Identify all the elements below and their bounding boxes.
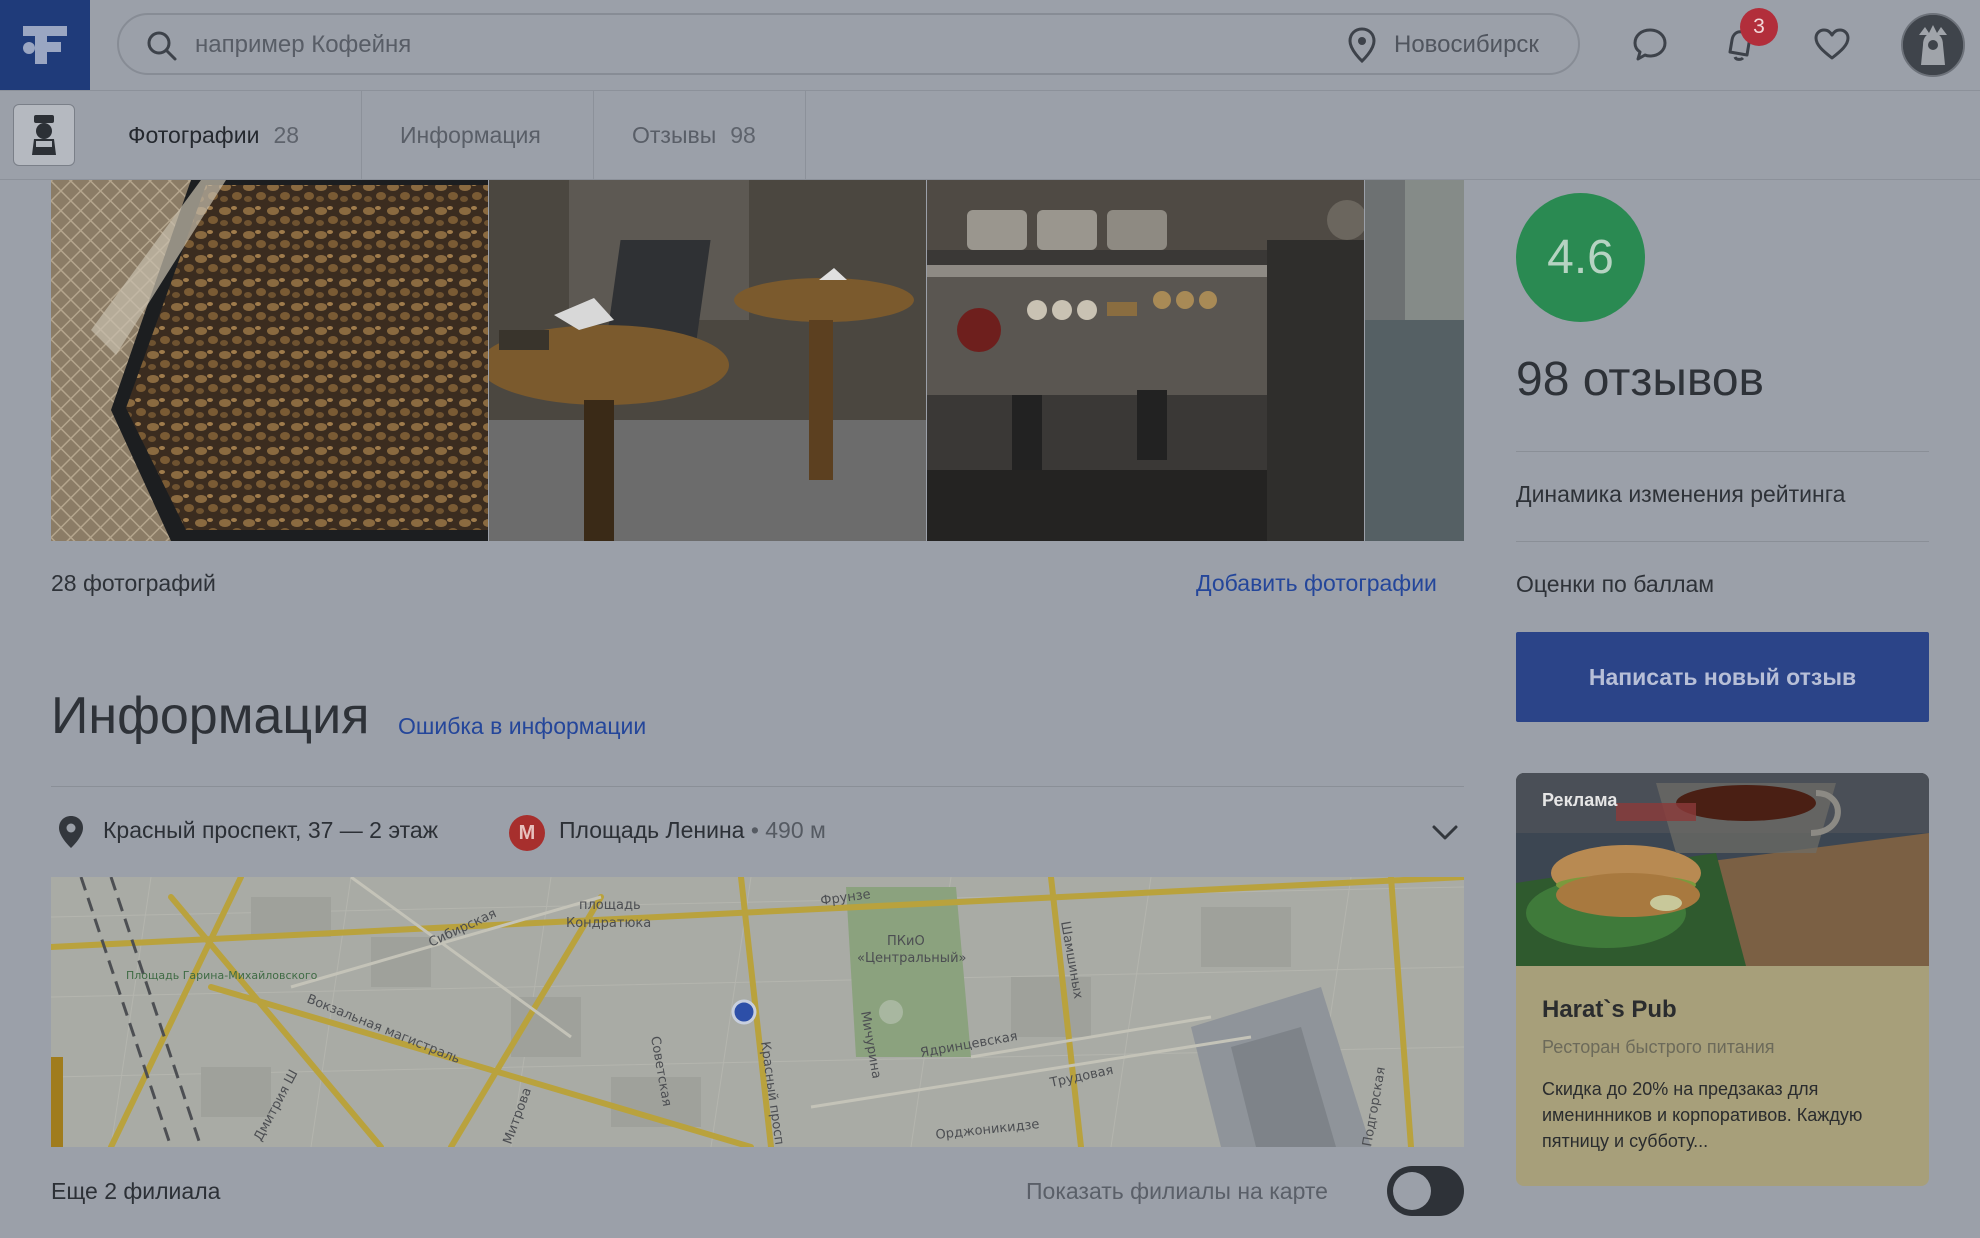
rating-score-badge: 4.6 bbox=[1516, 193, 1645, 322]
map-label-park-2: «Центральный» bbox=[857, 951, 966, 966]
tab-photos-count: 28 bbox=[273, 121, 300, 148]
photo-brownie[interactable] bbox=[51, 180, 488, 541]
toggle-knob bbox=[1393, 1172, 1431, 1210]
top-header: например Кофейня Новосибирск 3 bbox=[0, 0, 1980, 90]
photo-cafe-interior[interactable] bbox=[489, 180, 926, 541]
map-label-park-1: ПКиО bbox=[887, 934, 925, 949]
show-branches-label: Показать филиалы на карте bbox=[1026, 1178, 1328, 1204]
notifications-badge: 3 bbox=[1740, 8, 1778, 46]
section-divider bbox=[51, 786, 1464, 787]
user-avatar[interactable] bbox=[1901, 13, 1965, 77]
map-label-garina: Площадь Гарина-Михайловского bbox=[126, 969, 318, 982]
city-selector[interactable]: Новосибирск bbox=[1394, 31, 1539, 59]
chat-icon[interactable] bbox=[1632, 26, 1668, 62]
search-bar[interactable]: например Кофейня Новосибирск bbox=[117, 13, 1580, 75]
add-photos-link[interactable]: Добавить фотографии bbox=[1196, 570, 1437, 597]
show-branches-toggle[interactable] bbox=[1387, 1166, 1464, 1216]
flamp-logo[interactable] bbox=[0, 0, 90, 90]
tab-photos[interactable]: Фотографии 28 bbox=[90, 91, 362, 179]
avatar-image bbox=[1903, 15, 1963, 75]
map-label-kondratyuk-1: площадь bbox=[579, 898, 641, 913]
photo-partial[interactable] bbox=[1365, 180, 1464, 541]
search-icon bbox=[147, 31, 177, 61]
rating-dynamics-link[interactable]: Динамика изменения рейтинга bbox=[1516, 481, 1845, 508]
venue-logo-icon bbox=[32, 115, 56, 155]
rating-divider bbox=[1516, 541, 1929, 542]
search-input[interactable]: например Кофейня bbox=[195, 31, 411, 59]
metro-info: Площадь Ленина • 490 м bbox=[559, 817, 826, 844]
tab-reviews-label: Отзывы bbox=[632, 121, 717, 148]
location-map[interactable]: площадь Кондратюка Сибирская Фрунзе ПКиО… bbox=[51, 877, 1464, 1147]
report-info-error-link[interactable]: Ошибка в информации bbox=[398, 713, 646, 740]
reviews-count: 98 отзывов bbox=[1516, 353, 1765, 406]
rating-divider bbox=[1516, 451, 1929, 452]
map-canvas: площадь Кондратюка Сибирская Фрунзе ПКиО… bbox=[51, 877, 1464, 1147]
rating-scores-link[interactable]: Оценки по баллам bbox=[1516, 571, 1714, 598]
write-review-button[interactable]: Написать новый отзыв bbox=[1516, 632, 1929, 722]
venue-logo-thumbnail[interactable] bbox=[13, 104, 75, 166]
tab-photos-label: Фотографии bbox=[128, 121, 260, 148]
tab-information[interactable]: Информация bbox=[362, 91, 594, 179]
photo-gallery bbox=[51, 180, 1464, 541]
ad-description: Скидка до 20% на предзаказ для именинник… bbox=[1542, 1079, 1863, 1151]
venue-tabs-bar: Фотографии 28 Информация Отзывы 98 bbox=[0, 90, 1980, 180]
more-branches-link[interactable]: Еще 2 филиала bbox=[51, 1178, 220, 1205]
address-pin-icon bbox=[59, 816, 83, 848]
chevron-down-icon[interactable] bbox=[1430, 820, 1460, 844]
tab-reviews-count: 98 bbox=[730, 121, 756, 148]
ad-venue-name[interactable]: Harat`s Pub bbox=[1542, 996, 1677, 1024]
photo-espresso-machine[interactable] bbox=[927, 180, 1364, 541]
map-label-kondratyuk-2: Кондратюка bbox=[566, 916, 651, 931]
ad-tag: Реклама bbox=[1542, 790, 1618, 810]
venue-address: Красный проспект, 37 — 2 этаж bbox=[103, 817, 439, 843]
metro-icon: М bbox=[509, 815, 545, 851]
metro-station: Площадь Ленина bbox=[559, 817, 745, 843]
location-pin-icon bbox=[1348, 27, 1376, 63]
favorites-heart-icon[interactable] bbox=[1813, 26, 1851, 62]
metro-distance: • 490 м bbox=[744, 817, 826, 843]
info-section-title: Информация bbox=[51, 687, 370, 745]
ad-card[interactable]: Реклама Harat`s Pub Ресторан быстрого пи… bbox=[1516, 773, 1929, 1186]
photo-count-label: 28 фотографий bbox=[51, 570, 216, 596]
ad-venue-category: Ресторан быстрого питания bbox=[1542, 1037, 1775, 1057]
tab-reviews[interactable]: Отзывы 98 bbox=[594, 91, 806, 179]
logo-icon bbox=[23, 26, 67, 64]
tab-information-label: Информация bbox=[400, 121, 541, 148]
